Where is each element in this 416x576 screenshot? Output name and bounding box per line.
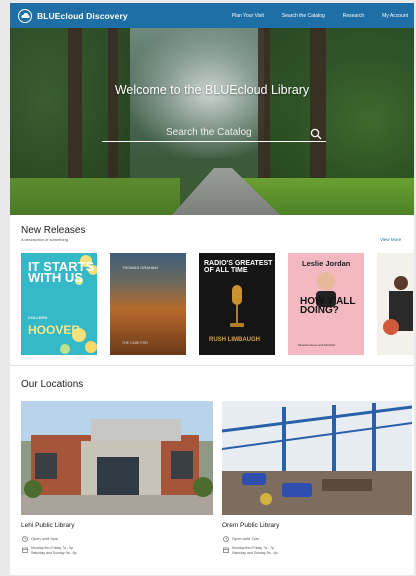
book-title: HOW Y'ALL DOING? — [300, 296, 356, 316]
book-cover[interactable]: IT STARTS WITH US COLLEEN HOOVER — [21, 253, 97, 355]
tree-trunk — [68, 28, 82, 198]
location-status: Open until 7pm — [232, 536, 260, 541]
nav-search-catalog[interactable]: Search the Catalog — [282, 13, 325, 19]
hero-grass-left — [10, 178, 180, 215]
new-releases-subtitle: A description of something — [21, 237, 68, 242]
section-divider — [10, 365, 414, 366]
book-cover[interactable]: Leslie Jordan HOW Y'ALL DOING? Misadvent… — [288, 253, 364, 355]
location-name[interactable]: Lehi Public Library — [21, 522, 74, 529]
book-author: HOOVER — [28, 323, 81, 337]
nav-plan-your-visit[interactable]: Plan Your Visit — [232, 13, 264, 19]
calendar-icon — [223, 547, 229, 553]
new-releases-title: New Releases — [21, 225, 86, 236]
cloud-logo-icon — [18, 8, 32, 23]
location-name[interactable]: Orem Public Library — [222, 522, 279, 529]
nav-my-account[interactable]: My Account — [382, 13, 408, 19]
clock-icon — [22, 536, 28, 542]
tree-trunk — [108, 28, 118, 188]
nav-research[interactable]: Research — [343, 13, 364, 19]
location-status: Open until 9pm — [31, 536, 59, 541]
location-photo-lehi[interactable] — [21, 401, 213, 515]
page: BLUEcloud Discovery Plan Your Visit Sear… — [10, 3, 414, 575]
location-hours: Monday thru Friday 7a - 7p Saturday and … — [232, 546, 278, 556]
book-title: THE CASE FOR — [122, 341, 148, 345]
book-author: THOMAS GRAHAM — [122, 265, 158, 270]
catalog-search-input[interactable]: Search the Catalog — [102, 126, 326, 142]
logo[interactable]: BLUEcloud Discovery — [18, 8, 128, 23]
book-title: RADIO'S GREATEST OF ALL TIME — [204, 260, 273, 274]
calendar-icon — [22, 547, 28, 553]
clock-icon — [223, 536, 229, 542]
view-more-link[interactable]: View More — [380, 237, 401, 242]
hours-weekend: Saturday and Sunday 9a - 6p — [31, 551, 77, 555]
brand-name: BLUEcloud Discovery — [37, 10, 128, 21]
location-photo-orem[interactable] — [222, 401, 412, 515]
microphone-icon — [230, 285, 244, 327]
book-cover-partial[interactable] — [377, 253, 414, 355]
hours-weekend: Saturday and Sunday 9a - 6p — [232, 551, 278, 555]
cover-figure — [383, 276, 413, 335]
main-nav: Plan Your Visit Search the Catalog Resea… — [232, 3, 408, 28]
search-icon[interactable] — [310, 127, 322, 145]
book-author: RUSH LIMBAUGH — [209, 337, 260, 343]
top-navigation-bar: BLUEcloud Discovery Plan Your Visit Sear… — [10, 3, 414, 28]
book-title: IT STARTS WITH US — [28, 259, 95, 285]
locations-title: Our Locations — [21, 379, 84, 390]
location-hours: Monday thru Friday 7a - 9p Saturday and … — [31, 546, 77, 556]
tree-trunk — [258, 28, 270, 193]
book-subtitle: Misadventures and Mischief — [298, 343, 336, 347]
tree-trunk — [310, 28, 326, 203]
book-cover[interactable]: RADIO'S GREATEST OF ALL TIME RUSH LIMBAU… — [199, 253, 275, 355]
hero-title: Welcome to the BLUEcloud Library — [114, 83, 310, 97]
hero-banner: Welcome to the BLUEcloud Library Search … — [10, 28, 414, 215]
book-cover[interactable]: THOMAS GRAHAM THE CASE FOR — [110, 253, 186, 355]
search-placeholder: Search the Catalog — [166, 127, 252, 138]
book-author-first: COLLEEN — [28, 315, 48, 320]
